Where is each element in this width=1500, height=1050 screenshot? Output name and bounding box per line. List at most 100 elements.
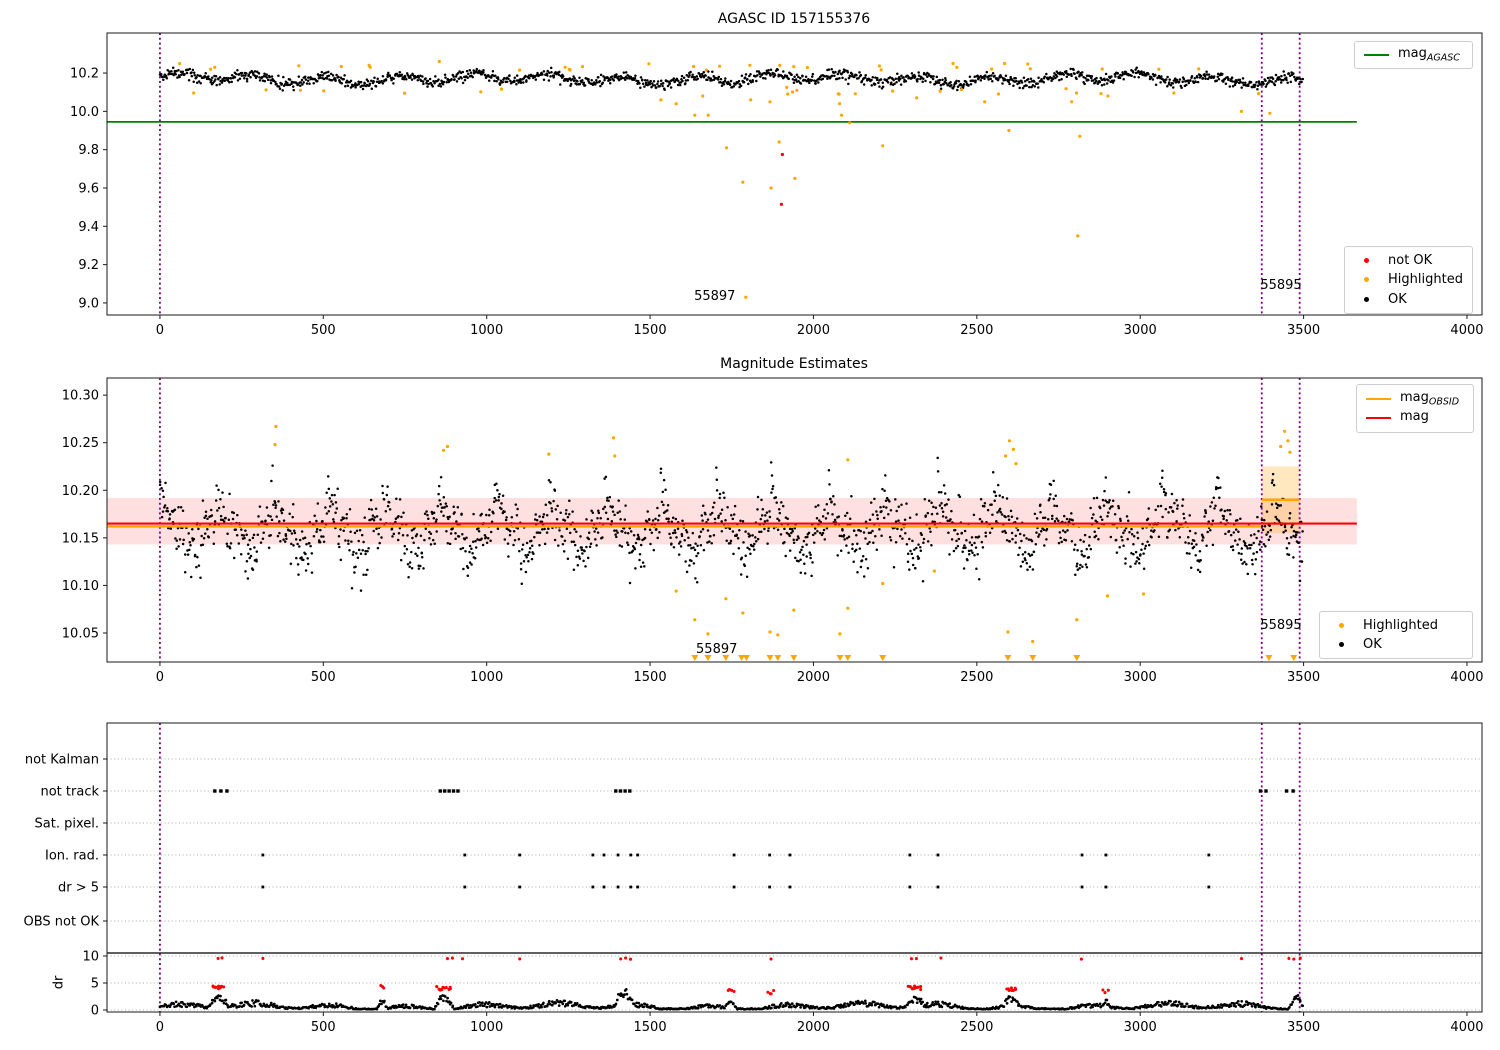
not-ok-dot-swatch bbox=[1364, 258, 1369, 264]
highlighted-dot-swatch bbox=[1339, 623, 1344, 628]
figure: 0 500 1000 1500 2000 2500 3000 3500 4000 9.0 9.2 9.… bbox=[0, 0, 1500, 1050]
svg-text:4000: 4000 bbox=[1450, 1020, 1483, 1035]
mag-obsid-line-swatch bbox=[1366, 397, 1391, 400]
legend-label: Highlighted bbox=[1388, 272, 1463, 288]
legend-mag-agasc: magAGASC bbox=[1354, 41, 1473, 69]
panel1-not-ok-points bbox=[779, 152, 785, 206]
panel1-title: AGASC ID 157155376 bbox=[717, 11, 871, 27]
panel1-ok-points bbox=[158, 66, 1305, 92]
svg-text:4000: 4000 bbox=[1450, 323, 1483, 338]
svg-text:10.2: 10.2 bbox=[70, 67, 99, 82]
svg-text:1000: 1000 bbox=[470, 323, 503, 338]
obsid-annotation: 55897 bbox=[696, 641, 738, 657]
svg-text:9.8: 9.8 bbox=[78, 143, 99, 158]
svg-text:dr > 5: dr > 5 bbox=[58, 881, 99, 896]
obsid-annotation: 55895 bbox=[1260, 618, 1302, 634]
svg-text:2000: 2000 bbox=[797, 670, 830, 685]
svg-text:3000: 3000 bbox=[1124, 670, 1157, 685]
axes-spines bbox=[106, 722, 1483, 1013]
panel1-highlighted-points bbox=[178, 59, 1272, 299]
svg-text:2500: 2500 bbox=[960, 1020, 993, 1035]
flag-gridlines bbox=[107, 758, 1482, 1011]
svg-text:10.20: 10.20 bbox=[62, 484, 99, 499]
svg-text:0: 0 bbox=[156, 1020, 164, 1035]
svg-text:500: 500 bbox=[311, 323, 336, 338]
legend-label: mag bbox=[1400, 409, 1429, 425]
svg-text:1500: 1500 bbox=[634, 323, 667, 338]
x-axis-ticks: 0 500 1000 1500 2000 2500 3000 3500 4000 bbox=[156, 662, 1484, 685]
legend-row: OK bbox=[1329, 635, 1463, 654]
svg-text:0: 0 bbox=[91, 1004, 99, 1019]
svg-text:1500: 1500 bbox=[634, 1020, 667, 1035]
svg-text:OBS not OK: OBS not OK bbox=[24, 915, 100, 930]
legend-label: Highlighted bbox=[1363, 618, 1438, 633]
svg-text:1500: 1500 bbox=[634, 670, 667, 685]
svg-text:10: 10 bbox=[82, 950, 99, 965]
svg-text:5: 5 bbox=[91, 977, 99, 992]
svg-text:Ion. rad.: Ion. rad. bbox=[45, 849, 99, 864]
svg-text:2500: 2500 bbox=[960, 323, 993, 338]
svg-text:10.25: 10.25 bbox=[62, 436, 99, 451]
svg-text:3500: 3500 bbox=[1287, 1020, 1320, 1035]
dr-axis-label: dr bbox=[51, 975, 67, 990]
svg-text:9.2: 9.2 bbox=[78, 258, 99, 273]
x-axis-ticks: 0 500 1000 1500 2000 2500 3000 3500 4000 bbox=[156, 315, 1484, 338]
svg-text:10.10: 10.10 bbox=[62, 579, 99, 594]
legend-point-types-p1: not OK Highlighted OK bbox=[1344, 246, 1473, 314]
mag-agasc-line-swatch bbox=[1364, 54, 1389, 56]
dr-not-ok-points bbox=[211, 956, 1302, 996]
svg-text:3000: 3000 bbox=[1124, 1020, 1157, 1035]
legend-row: magAGASC bbox=[1364, 46, 1463, 64]
legend-label: not OK bbox=[1388, 253, 1433, 269]
legend-row: OK bbox=[1354, 290, 1463, 309]
obsid-annotation: 55895 bbox=[1260, 277, 1302, 293]
y-axis-ticks: 10.05 10.10 10.15 10.20 10.25 10.30 bbox=[62, 389, 107, 641]
svg-text:2000: 2000 bbox=[797, 1020, 830, 1035]
legend-label: magOBSID bbox=[1400, 389, 1460, 408]
svg-text:10.30: 10.30 bbox=[62, 389, 99, 404]
x-axis-ticks: 0 500 1000 1500 2000 2500 3000 3500 4000 bbox=[156, 1012, 1484, 1035]
svg-text:9.4: 9.4 bbox=[78, 220, 99, 235]
svg-text:0: 0 bbox=[156, 323, 164, 338]
plots-svg: 0 500 1000 1500 2000 2500 3000 3500 40009.09.29.… bbox=[24, 32, 1484, 1035]
legend-row: mag bbox=[1366, 409, 1464, 429]
legend-label: OK bbox=[1388, 291, 1407, 307]
legend-row: magOBSID bbox=[1366, 389, 1464, 409]
panel2-title: Magnitude Estimates bbox=[720, 356, 868, 372]
panel2-clipped-triangles bbox=[691, 655, 1298, 661]
svg-text:not track: not track bbox=[40, 785, 99, 800]
ok-dot-swatch bbox=[1339, 642, 1344, 647]
svg-text:1000: 1000 bbox=[470, 670, 503, 685]
ok-dot-swatch bbox=[1364, 296, 1369, 302]
svg-text:Sat. pixel.: Sat. pixel. bbox=[35, 817, 99, 832]
svg-text:3500: 3500 bbox=[1287, 323, 1320, 338]
svg-text:10.0: 10.0 bbox=[70, 105, 99, 120]
dr-axis-ticks: 0 5 10 bbox=[82, 950, 107, 1019]
highlighted-dot-swatch bbox=[1364, 277, 1369, 283]
svg-text:9.6: 9.6 bbox=[78, 181, 99, 196]
mag-line-swatch bbox=[1366, 417, 1391, 420]
svg-text:9.0: 9.0 bbox=[78, 296, 99, 311]
legend-row: Highlighted bbox=[1354, 270, 1463, 289]
mag-std-band bbox=[107, 497, 1357, 545]
svg-text:3500: 3500 bbox=[1287, 670, 1320, 685]
legend-row: Highlighted bbox=[1329, 616, 1463, 635]
not-track-markers bbox=[213, 789, 1295, 793]
legend-label: magAGASC bbox=[1398, 46, 1460, 64]
svg-text:10.15: 10.15 bbox=[62, 531, 99, 546]
svg-text:10.05: 10.05 bbox=[62, 626, 99, 641]
svg-text:2500: 2500 bbox=[960, 670, 993, 685]
flag-category-labels: not Kalman not track Sat. pixel. Ion. rad. d… bbox=[24, 753, 107, 930]
svg-text:2000: 2000 bbox=[797, 323, 830, 338]
legend-mag-lines: magOBSID mag bbox=[1356, 384, 1474, 433]
svg-text:4000: 4000 bbox=[1450, 670, 1483, 685]
ion-rad-markers bbox=[261, 853, 1211, 857]
legend-point-types-p2: Highlighted OK bbox=[1319, 611, 1473, 659]
svg-text:0: 0 bbox=[156, 670, 164, 685]
obsid-annotation: 55897 bbox=[694, 288, 736, 304]
svg-text:1000: 1000 bbox=[470, 1020, 503, 1035]
svg-text:3000: 3000 bbox=[1124, 323, 1157, 338]
svg-text:not Kalman: not Kalman bbox=[25, 753, 99, 768]
svg-text:500: 500 bbox=[311, 1020, 336, 1035]
legend-label: OK bbox=[1363, 637, 1382, 652]
